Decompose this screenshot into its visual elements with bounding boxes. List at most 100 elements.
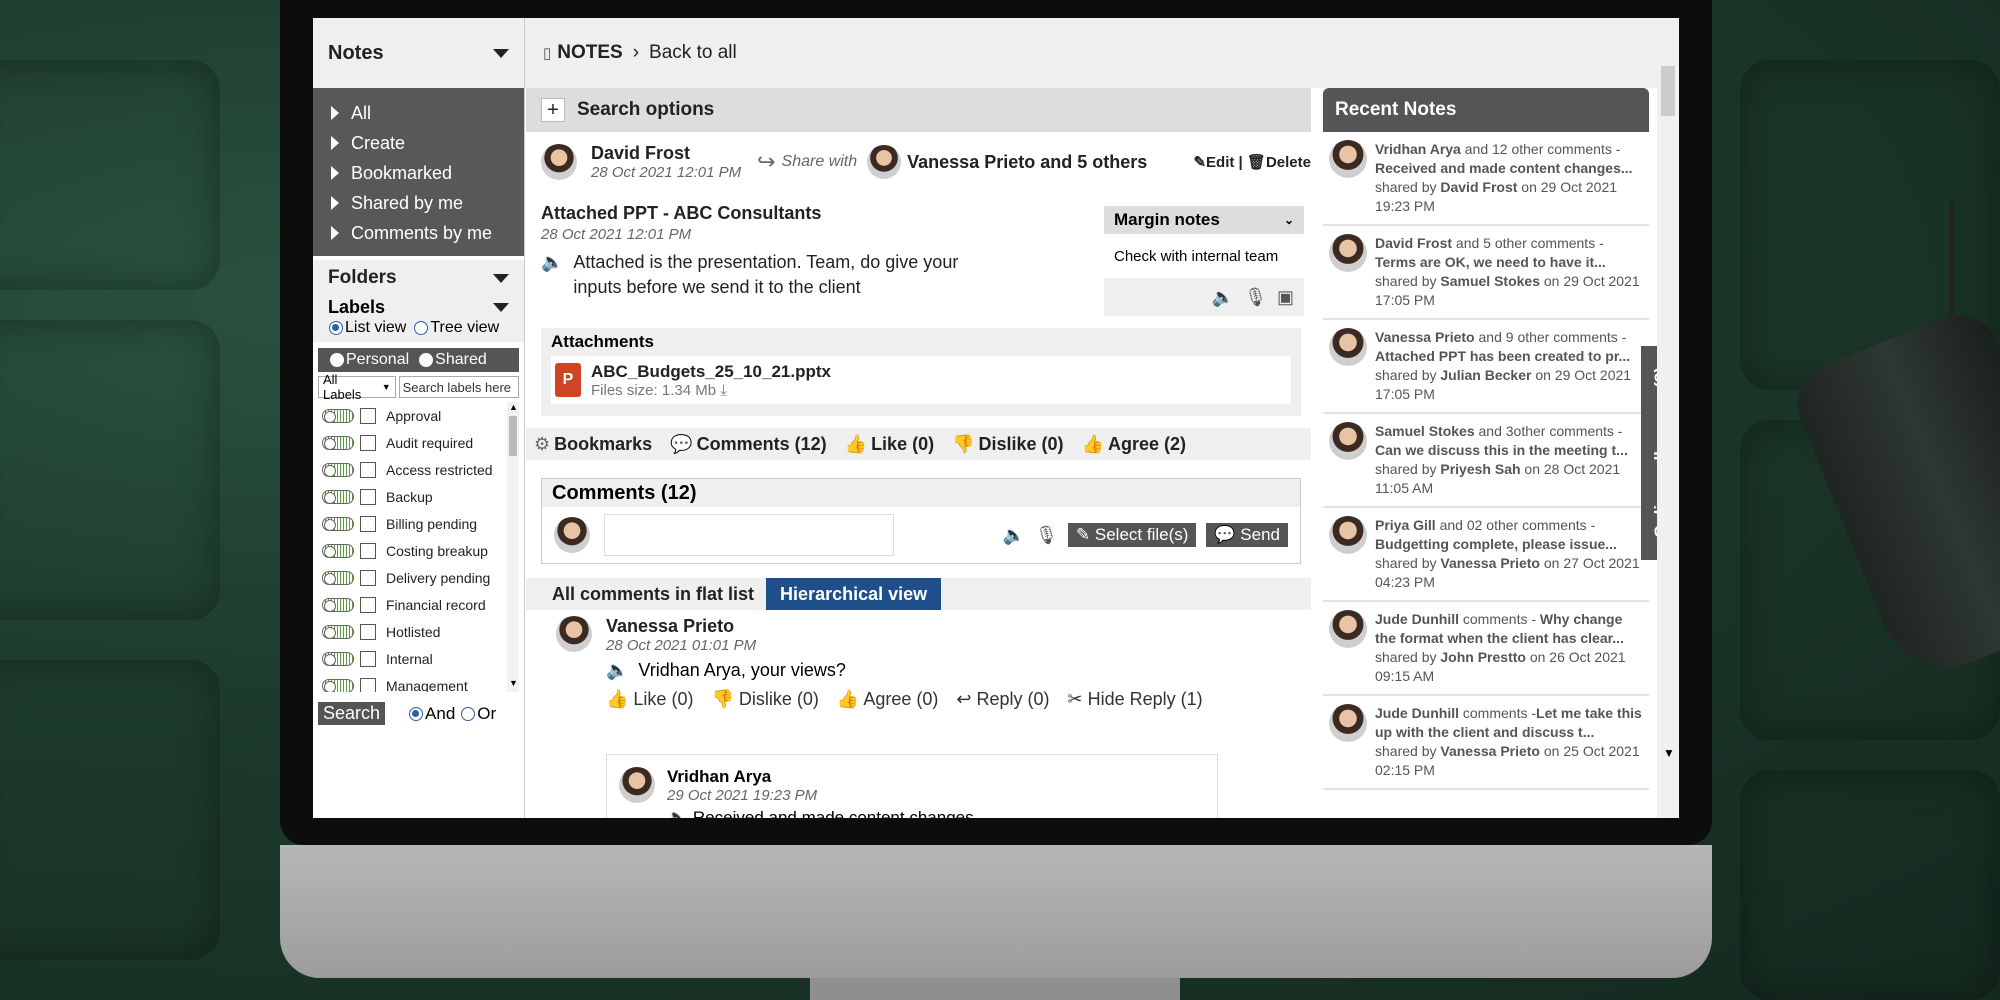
recent-note-item[interactable]: Priya Gill and 02 other comments - Budge… [1323,508,1649,602]
tab-flat-list[interactable]: All comments in flat list [526,584,766,605]
label-item[interactable]: Management [318,672,519,692]
label-item[interactable]: Financial record [318,591,519,618]
edit-button[interactable]: Edit [1206,154,1234,171]
comment-like-button[interactable]: 👍 Like (0) [606,689,693,710]
speaker-icon[interactable]: 🔈 [1003,525,1025,546]
recent-note-item[interactable]: Vridhan Arya and 12 other comments - Rec… [1323,132,1649,226]
attachment-file-name[interactable]: ABC_Budgets_25_10_21.pptx [591,362,831,382]
all-labels-select[interactable]: All Labels ▼ [318,372,396,402]
search-options-bar[interactable]: + Search options [526,88,1311,132]
recent-note-item[interactable]: Jude Dunhill comments - Why change the f… [1323,602,1649,696]
label-item[interactable]: Billing pending [318,510,519,537]
toggle-icon[interactable] [322,408,354,423]
recent-note-sharer[interactable]: David Frost [1440,179,1517,195]
speaker-icon[interactable]: 🔈 [667,808,688,818]
comment-agree-button[interactable]: 👍 Agree (0) [837,689,938,710]
scroll-thumb[interactable] [1661,66,1675,116]
attachment-item[interactable]: P ABC_Budgets_25_10_21.pptx Files size: … [551,356,1291,404]
scroll-up-icon[interactable]: ▲ [509,402,518,412]
search-button[interactable]: Search [318,702,386,725]
bookmarks-button[interactable]: ⚙ Bookmarks [534,434,652,455]
label-checkbox[interactable] [360,407,376,424]
recent-note-excerpt[interactable]: Budgetting complete, please issue... [1375,536,1617,552]
label-checkbox[interactable] [360,542,376,559]
label-checkbox[interactable] [360,569,376,586]
recent-note-sharer[interactable]: Julian Becker [1440,367,1531,383]
chevron-down-icon[interactable] [493,302,509,312]
speaker-icon[interactable]: 🔈 [606,660,628,681]
recent-note-author[interactable]: Vanessa Prieto [1375,329,1475,345]
recent-note-sharer[interactable]: Vanessa Prieto [1440,555,1540,571]
breadcrumb-notes[interactable]: NOTES [557,42,622,64]
recent-note-author[interactable]: Jude Dunhill [1375,611,1459,627]
or-radio[interactable]: Or [461,704,496,724]
recent-note-sharer[interactable]: Samuel Stokes [1440,273,1540,289]
scroll-down-icon[interactable]: ▼ [1663,746,1675,760]
speaker-icon[interactable]: 🔈 [541,250,563,300]
download-icon[interactable]: ⤓ [720,382,727,399]
label-checkbox[interactable] [360,677,376,692]
recent-note-item[interactable]: Vanessa Prieto and 9 other comments - At… [1323,320,1649,414]
recent-note-excerpt[interactable]: Can we discuss this in the meeting t... [1375,442,1628,458]
comment-author[interactable]: Vanessa Prieto [606,616,1203,637]
toggle-icon[interactable] [322,462,354,477]
recent-note-author[interactable]: David Frost [1375,235,1452,251]
label-checkbox[interactable] [360,515,376,532]
agree-button[interactable]: 👍 Agree (2) [1082,434,1186,455]
author-name[interactable]: David Frost [591,143,741,164]
share-with-button[interactable]: ↪ Share with [757,149,857,175]
recent-note-excerpt[interactable]: Attached PPT has been created to pr... [1375,348,1630,364]
and-radio[interactable]: And [409,704,455,724]
label-item[interactable]: Hotlisted [318,618,519,645]
menu-item-all[interactable]: All [313,98,524,128]
comment-reply-button[interactable]: ↩ Reply (0) [956,689,1049,710]
folders-header[interactable]: Folders [313,256,524,296]
comment-dislike-button[interactable]: 👎 Dislike (0) [711,689,818,710]
label-item[interactable]: Approval [318,402,519,429]
recent-note-excerpt[interactable]: Received and made content changes... [1375,160,1633,176]
recent-note-item[interactable]: David Frost and 5 other comments - Terms… [1323,226,1649,320]
toggle-icon[interactable] [322,570,354,585]
search-labels-input[interactable]: Search labels here [398,376,519,398]
menu-item-bookmarked[interactable]: Bookmarked [313,158,524,188]
toggle-icon[interactable] [322,516,354,531]
delete-button[interactable]: Delete [1266,154,1311,171]
recent-note-excerpt[interactable]: Terms are OK, we need to have it... [1375,254,1606,270]
plus-icon[interactable]: + [541,98,565,122]
chevron-down-icon[interactable] [493,273,509,283]
recent-note-item[interactable]: Samuel Stokes and 3other comments - Can … [1323,414,1649,508]
send-button[interactable]: 💬 Send [1206,523,1288,547]
label-checkbox[interactable] [360,461,376,478]
like-button[interactable]: 👍 Like (0) [845,434,934,455]
recent-note-sharer[interactable]: Priyesh Sah [1440,461,1520,477]
menu-item-shared-by-me[interactable]: Shared by me [313,188,524,218]
comment-input[interactable] [604,514,894,556]
select-files-button[interactable]: ✎ Select file(s) [1067,523,1197,547]
back-to-all-link[interactable]: Back to all [649,42,737,64]
shared-radio[interactable]: Shared [419,351,487,369]
hide-reply-button[interactable]: ✂ Hide Reply (1) [1067,689,1202,710]
toggle-icon[interactable] [322,678,354,692]
recent-note-author[interactable]: Vridhan Arya [1375,141,1461,157]
tree-view-radio[interactable]: Tree view [414,319,499,337]
label-item[interactable]: Internal [318,645,519,672]
margin-notes-header[interactable]: Margin notes ⌄ [1104,206,1304,234]
personal-radio[interactable]: Personal [330,351,409,369]
recent-note-sharer[interactable]: Vanessa Prieto [1440,743,1540,759]
label-item[interactable]: Audit required [318,429,519,456]
label-item[interactable]: Access restricted [318,456,519,483]
shared-with-list[interactable]: Vanessa Prieto and 5 others [907,152,1147,173]
recent-note-author[interactable]: Priya Gill [1375,517,1436,533]
menu-item-comments-by-me[interactable]: Comments by me [313,218,524,248]
microphone-icon[interactable]: 🎙 [1244,287,1267,308]
chevron-down-icon[interactable] [493,48,509,58]
recent-note-sharer[interactable]: John Prestto [1440,649,1526,665]
page-scrollbar[interactable] [1657,58,1679,818]
notes-header[interactable]: Notes [313,18,524,88]
reply-author[interactable]: Vridhan Arya [667,767,978,787]
label-list-scrollbar[interactable]: ▲ ▼ [507,402,519,692]
toggle-icon[interactable] [322,651,354,666]
labels-header[interactable]: Labels [313,296,524,318]
recent-note-author[interactable]: Jude Dunhill [1375,705,1459,721]
list-view-radio[interactable]: List view [329,319,406,337]
